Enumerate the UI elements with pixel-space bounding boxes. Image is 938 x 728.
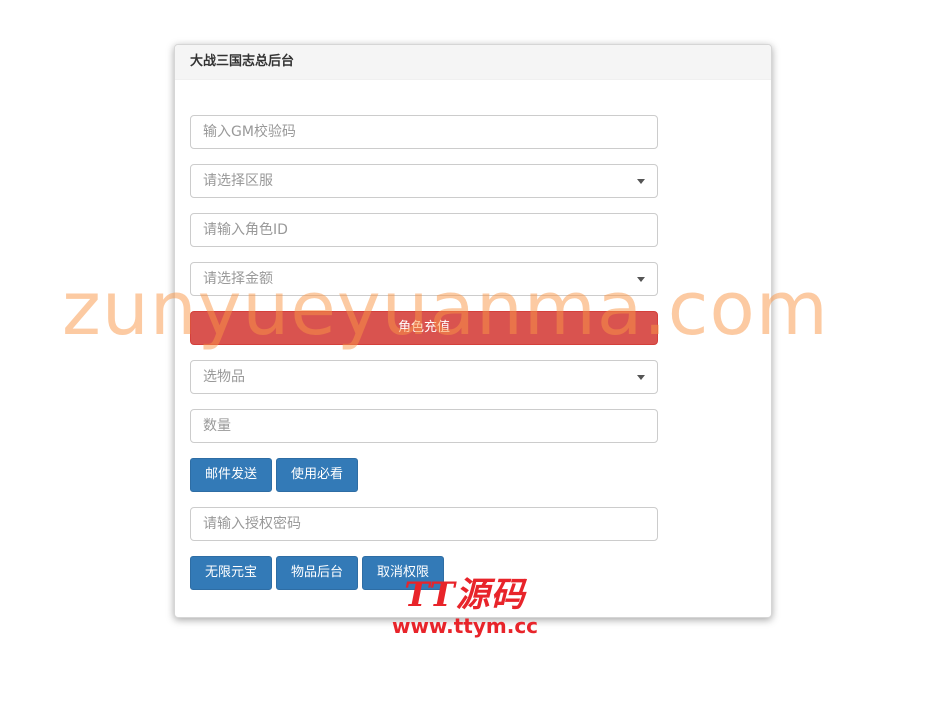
revoke-permission-button[interactable]: 取消权限 — [362, 556, 444, 590]
caret-down-icon — [637, 375, 645, 380]
amount-select[interactable]: 请选择金额 — [190, 262, 658, 296]
item-select[interactable]: 选物品 — [190, 360, 658, 394]
quantity-input[interactable] — [190, 409, 658, 443]
item-select-value: 选物品 — [203, 369, 245, 385]
role-id-input[interactable] — [190, 213, 658, 247]
recharge-button[interactable]: 角色充值 — [190, 311, 658, 345]
unlimited-ingot-button[interactable]: 无限元宝 — [190, 556, 272, 590]
item-backend-button[interactable]: 物品后台 — [276, 556, 358, 590]
server-select[interactable]: 请选择区服 — [190, 164, 658, 198]
amount-select-value: 请选择金额 — [203, 271, 273, 287]
panel-title: 大战三国志总后台 — [175, 45, 771, 80]
mail-send-button[interactable]: 邮件发送 — [190, 458, 272, 492]
caret-down-icon — [637, 179, 645, 184]
server-select-value: 请选择区服 — [203, 173, 273, 189]
usage-notes-button[interactable]: 使用必看 — [276, 458, 358, 492]
auth-password-input[interactable] — [190, 507, 658, 541]
gm-code-input[interactable] — [190, 115, 658, 149]
admin-panel: 大战三国志总后台 请选择区服 请选择金额 角色充值 选物品 邮件发送 使用必看 … — [174, 44, 772, 618]
caret-down-icon — [637, 277, 645, 282]
